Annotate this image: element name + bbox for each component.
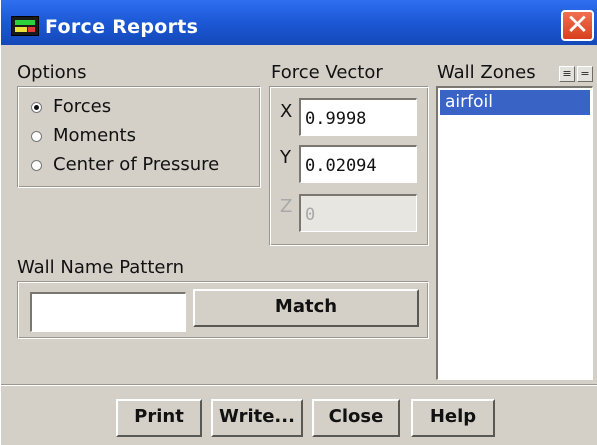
app-icon <box>11 16 39 36</box>
radio-center-of-pressure-indicator[interactable] <box>31 160 42 171</box>
x-value-field[interactable]: 0.9998 <box>299 98 417 136</box>
radio-moments-indicator[interactable] <box>31 131 42 142</box>
write-button[interactable]: Write... <box>211 399 303 437</box>
force-vector-heading: Force Vector <box>271 62 383 83</box>
match-button[interactable]: Match <box>193 289 419 327</box>
z-label: Z <box>280 196 293 217</box>
radio-center-of-pressure-label: Center of Pressure <box>53 154 220 175</box>
x-label: X <box>280 101 293 122</box>
wall-name-pattern-heading: Wall Name Pattern <box>17 257 184 278</box>
radio-forces-label: Forces <box>53 96 112 117</box>
y-label: Y <box>280 147 291 168</box>
window-title: Force Reports <box>45 16 199 38</box>
radio-forces-indicator[interactable] <box>31 102 42 113</box>
help-button[interactable]: Help <box>411 399 495 437</box>
wall-zones-list[interactable]: airfoil <box>436 86 593 380</box>
deselect-all-icon[interactable]: = <box>577 66 593 82</box>
options-heading: Options <box>17 62 87 83</box>
wall-zones-heading: Wall Zones <box>437 62 536 83</box>
close-button[interactable]: Close <box>312 399 400 437</box>
print-button[interactable]: Print <box>116 399 202 437</box>
close-icon[interactable]: ✕ <box>561 10 594 41</box>
list-item[interactable]: airfoil <box>440 90 590 115</box>
force-reports-dialog: Force Reports ✕ Options Forces Moments C… <box>0 0 597 445</box>
title-bar[interactable]: Force Reports ✕ <box>1 0 597 45</box>
select-all-icon[interactable]: ≡ <box>559 66 575 82</box>
z-value-field: 0 <box>299 194 417 232</box>
button-separator <box>1 384 597 386</box>
radio-moments-label: Moments <box>53 125 136 146</box>
y-value-field[interactable]: 0.02094 <box>299 145 417 183</box>
wall-name-pattern-input[interactable] <box>30 292 186 332</box>
